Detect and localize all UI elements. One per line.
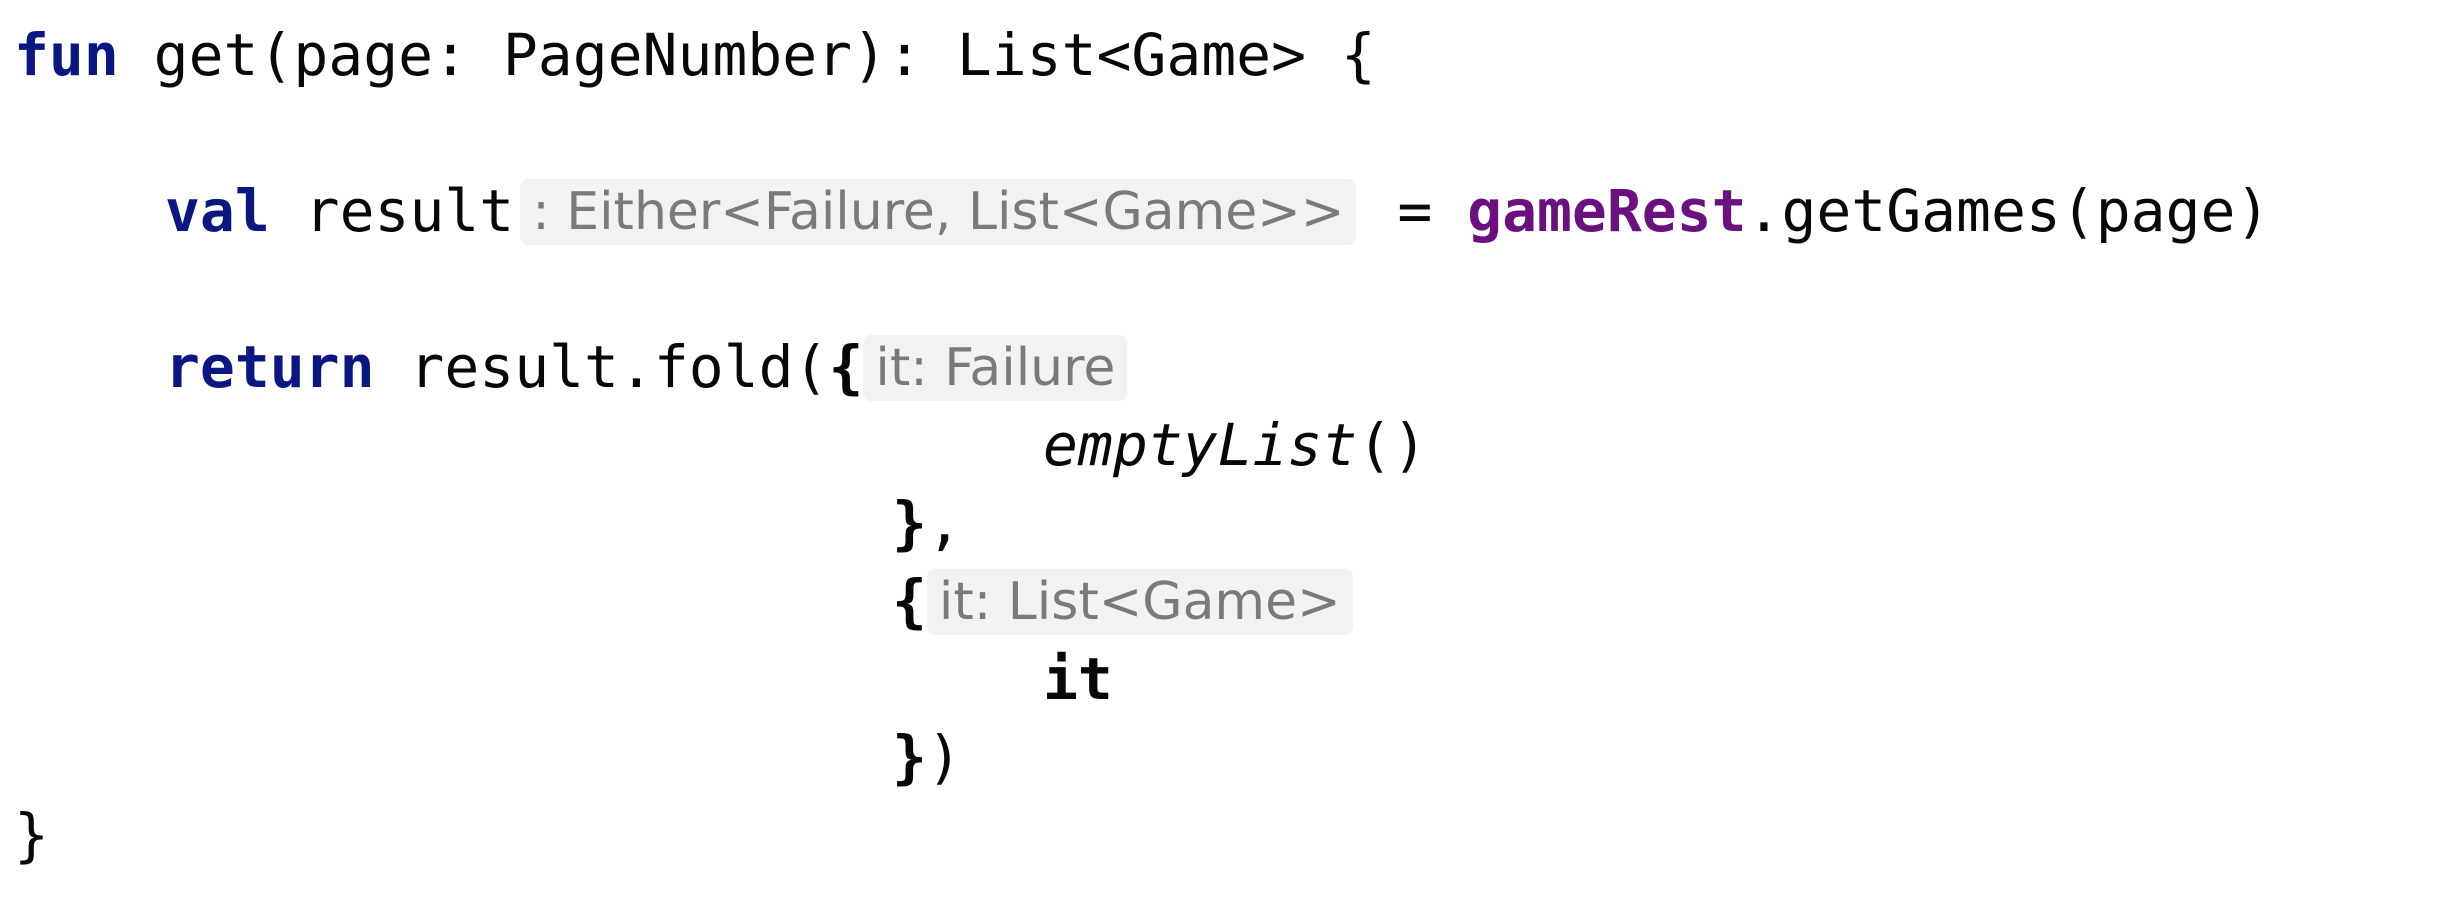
code-line-5: }, bbox=[892, 484, 962, 562]
function-close-brace: } bbox=[14, 801, 49, 869]
code-editor[interactable]: fun get(page: PageNumber): List<Game> { … bbox=[0, 0, 2450, 906]
fold-call: result.fold( bbox=[374, 333, 829, 401]
lambda-open-brace: { bbox=[892, 567, 927, 635]
code-line-6: {it: List<Game> bbox=[892, 562, 1353, 640]
type-inlay-hint: : Either<Failure, List<Game>> bbox=[520, 178, 1357, 245]
code-line-9: } bbox=[14, 796, 49, 874]
lambda-close-brace: } bbox=[892, 489, 927, 557]
parameter-inlay-hint: it: List<Game> bbox=[926, 568, 1353, 635]
assign-operator: = bbox=[1362, 177, 1468, 245]
call-parens: () bbox=[1357, 411, 1428, 479]
keyword-return: return bbox=[165, 333, 375, 401]
implicit-it: it bbox=[1043, 645, 1113, 713]
function-signature: get(page: PageNumber): List<Game> { bbox=[118, 21, 1376, 89]
code-line-2: val result: Either<Failure, List<Game>> … bbox=[165, 172, 2270, 250]
method-call: .getGames(page) bbox=[1746, 177, 2271, 245]
close-paren: ) bbox=[926, 723, 962, 791]
comma: , bbox=[926, 489, 962, 557]
parameter-inlay-hint: it: Failure bbox=[863, 334, 1128, 401]
code-line-7: it bbox=[1043, 640, 1113, 718]
code-line-1: fun get(page: PageNumber): List<Game> { bbox=[14, 16, 1376, 94]
lambda-close-brace: } bbox=[892, 723, 927, 791]
property-gameRest: gameRest bbox=[1467, 177, 1747, 245]
function-emptyList: emptyList bbox=[1043, 411, 1358, 479]
code-line-4: emptyList() bbox=[1043, 406, 1427, 484]
lambda-open-brace: { bbox=[828, 333, 864, 401]
code-line-8: }) bbox=[892, 718, 962, 796]
variable-name: result bbox=[269, 177, 515, 245]
code-line-3: return result.fold({it: Failure bbox=[165, 328, 1128, 406]
keyword-fun: fun bbox=[14, 21, 119, 89]
keyword-val: val bbox=[165, 177, 270, 245]
